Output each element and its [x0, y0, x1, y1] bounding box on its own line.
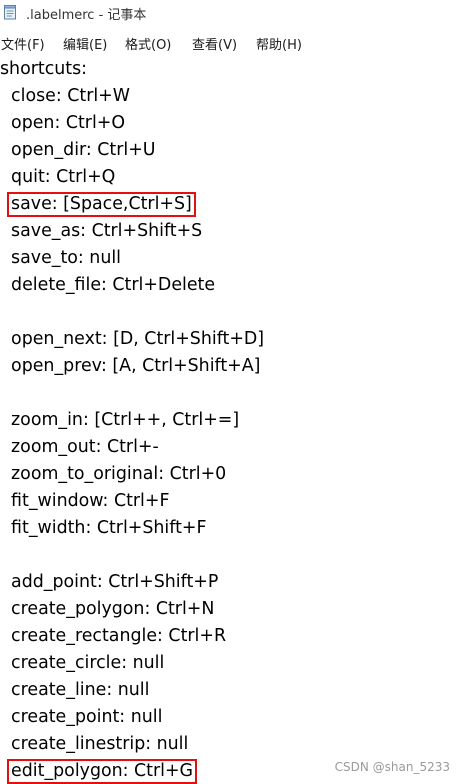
- menu-file[interactable]: 文件(F): [1, 34, 45, 53]
- text-line: zoom_to_original: Ctrl+0: [0, 464, 227, 484]
- menu-view[interactable]: 查看(V): [192, 34, 237, 53]
- text-line: save_to: null: [0, 248, 122, 268]
- text-line: fit_window: Ctrl+F: [0, 491, 170, 511]
- text-line: edit_polygon: Ctrl+G: [0, 761, 194, 781]
- text-line: save_as: Ctrl+Shift+S: [0, 221, 203, 241]
- text-line: create_line: null: [0, 680, 150, 700]
- text-line: save: [Space,Ctrl+S]: [0, 194, 192, 214]
- menu-edit[interactable]: 编辑(E): [63, 34, 107, 53]
- menu-help[interactable]: 帮助(H): [256, 34, 302, 53]
- title-bar: .labelmerc - 记事本: [0, 0, 464, 26]
- text-line: add_point: Ctrl+Shift+P: [0, 572, 219, 592]
- text-line: open_prev: [A, Ctrl+Shift+A]: [0, 356, 261, 376]
- text-line: open_next: [D, Ctrl+Shift+D]: [0, 329, 265, 349]
- text-line: create_linestrip: null: [0, 734, 189, 754]
- text-line: zoom_out: Ctrl+-: [0, 437, 159, 457]
- menu-bar: 文件(F) 编辑(E) 格式(O) 查看(V) 帮助(H): [0, 32, 464, 54]
- watermark: CSDN @shan_5233: [334, 760, 450, 774]
- notepad-icon: [4, 5, 16, 20]
- text-line: create_point: null: [0, 707, 163, 727]
- menu-format[interactable]: 格式(O): [125, 34, 171, 53]
- text-line: create_circle: null: [0, 653, 165, 673]
- text-line: open: Ctrl+O: [0, 113, 126, 133]
- text-line: shortcuts:: [0, 59, 88, 79]
- text-line: open_dir: Ctrl+U: [0, 140, 156, 160]
- text-line: fit_width: Ctrl+Shift+F: [0, 518, 207, 538]
- text-line: zoom_in: [Ctrl++, Ctrl+=]: [0, 410, 240, 430]
- text-line: delete_file: Ctrl+Delete: [0, 275, 216, 295]
- text-line: quit: Ctrl+Q: [0, 167, 116, 187]
- window-title: .labelmerc - 记事本: [26, 8, 147, 23]
- text-line: create_polygon: Ctrl+N: [0, 599, 215, 619]
- text-line: create_rectangle: Ctrl+R: [0, 626, 227, 646]
- text-line: close: Ctrl+W: [0, 86, 130, 106]
- text-editor-area[interactable]: shortcuts: close: Ctrl+W open: Ctrl+O op…: [0, 56, 464, 784]
